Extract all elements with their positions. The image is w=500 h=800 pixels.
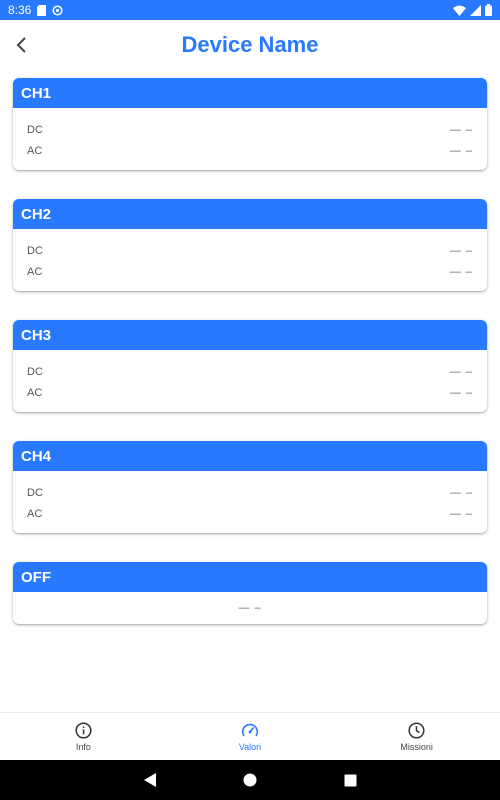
card-body: DC — – AC — –: [13, 108, 487, 170]
card-title: CH3: [13, 320, 487, 350]
nav-label-missioni: Missioni: [400, 741, 433, 752]
ac-label: AC: [27, 507, 43, 520]
card-title: CH1: [13, 78, 487, 108]
ac-value: — –: [449, 507, 473, 520]
ac-row: AC — –: [27, 503, 473, 524]
ac-label: AC: [27, 386, 43, 399]
dc-label: DC: [27, 123, 43, 136]
ac-row: AC — –: [27, 261, 473, 282]
card-body: DC — – AC — –: [13, 471, 487, 533]
dc-label: DC: [27, 244, 43, 257]
off-card: OFF — –: [13, 562, 487, 624]
nav-item-valori[interactable]: Valori: [167, 713, 334, 760]
system-home-button[interactable]: [240, 770, 260, 790]
channel-card-ch3: CH3 DC — – AC — –: [13, 320, 487, 412]
dc-value: — –: [449, 365, 473, 378]
card-title: CH2: [13, 199, 487, 229]
nav-label-info: Info: [75, 741, 91, 752]
ac-value: — –: [449, 386, 473, 399]
dc-label: DC: [27, 365, 43, 378]
status-left: 8:36: [8, 3, 63, 17]
square-recents-icon: [344, 774, 356, 786]
status-bar: 8:36: [0, 0, 500, 20]
ac-label: AC: [27, 265, 43, 278]
dc-row: DC — –: [27, 361, 473, 382]
card-title: OFF: [13, 562, 487, 592]
dc-row: DC — –: [27, 240, 473, 261]
gauge-icon: [241, 723, 259, 736]
ac-row: AC — –: [27, 140, 473, 161]
system-back-button[interactable]: [140, 770, 160, 790]
card-body: DC — – AC — –: [13, 229, 487, 291]
channel-cards: CH1 DC — – AC — – CH2 DC — – AC — – CH3 …: [13, 78, 487, 653]
status-right: [453, 4, 492, 16]
sd-card-icon: [37, 4, 47, 16]
card-body: DC — – AC — –: [13, 350, 487, 412]
ac-row: AC — –: [27, 382, 473, 403]
circle-home-icon: [243, 773, 257, 787]
battery-icon: [485, 4, 492, 16]
card-body: — –: [13, 592, 487, 624]
signal-icon: [470, 4, 481, 16]
ac-label: AC: [27, 144, 43, 157]
back-button[interactable]: [8, 32, 34, 58]
ac-value: — –: [449, 265, 473, 278]
dc-value: — –: [449, 244, 473, 257]
channel-card-ch1: CH1 DC — – AC — –: [13, 78, 487, 170]
off-value: — –: [238, 602, 262, 614]
page-title: Device Name: [181, 32, 319, 57]
info-icon: [75, 721, 92, 739]
bottom-navigation: Info Valori Missioni: [0, 712, 500, 760]
triangle-back-icon: [144, 773, 156, 787]
status-time: 8:36: [8, 3, 32, 17]
chevron-left-icon: [16, 37, 26, 53]
system-recents-button[interactable]: [340, 770, 360, 790]
dc-value: — –: [449, 486, 473, 499]
system-navigation-bar: [0, 760, 500, 800]
clock-icon: [408, 721, 425, 739]
nav-item-missioni[interactable]: Missioni: [333, 713, 500, 760]
dc-value: — –: [449, 123, 473, 136]
card-title: CH4: [13, 441, 487, 471]
nav-label-valori: Valori: [238, 741, 262, 752]
channel-card-ch4: CH4 DC — – AC — –: [13, 441, 487, 533]
nav-item-info[interactable]: Info: [0, 713, 167, 760]
wifi-icon: [453, 5, 466, 16]
dc-row: DC — –: [27, 482, 473, 503]
channel-card-ch2: CH2 DC — – AC — –: [13, 199, 487, 291]
dc-label: DC: [27, 486, 43, 499]
ac-value: — –: [449, 144, 473, 157]
app-bar: Device Name: [0, 20, 500, 70]
dc-row: DC — –: [27, 119, 473, 140]
data-saver-icon: [52, 4, 63, 16]
